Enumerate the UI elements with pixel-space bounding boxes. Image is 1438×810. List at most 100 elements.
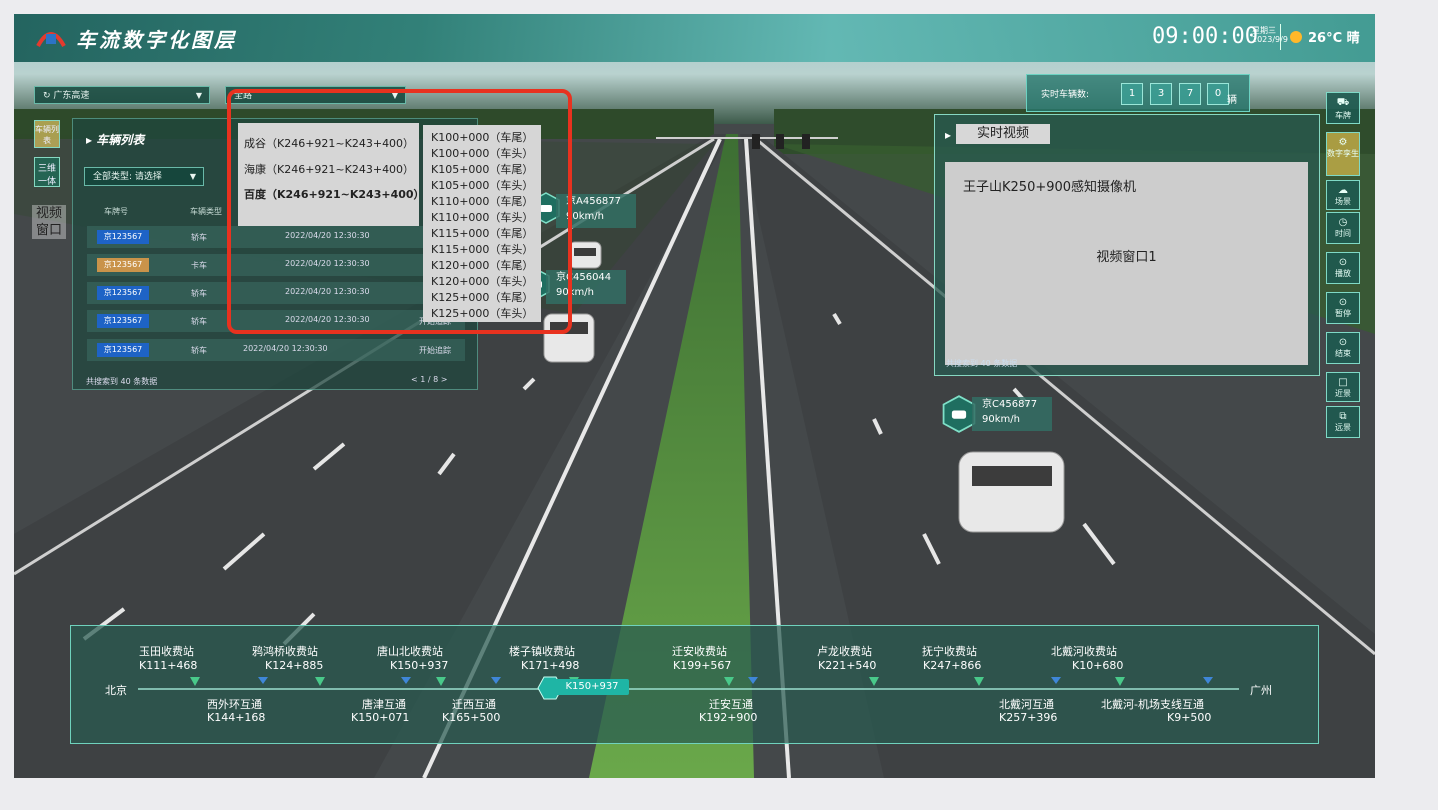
near-view-icon: □ bbox=[1338, 377, 1348, 388]
plate-badge: 京123567 bbox=[97, 314, 149, 328]
station-km: K10+680 bbox=[1072, 659, 1124, 672]
tag-plate: 京C456877 bbox=[982, 399, 1038, 410]
pause-icon: ⊙ bbox=[1338, 297, 1348, 308]
stop-icon: ⊙ bbox=[1338, 337, 1348, 348]
current-position-km: K150+937 bbox=[555, 679, 629, 695]
count-digit: 0 bbox=[1207, 83, 1229, 105]
nav-stop[interactable]: ⊙ 结束 bbox=[1326, 332, 1360, 364]
interchange-name[interactable]: 西外环互通 bbox=[207, 696, 262, 712]
nav-pause[interactable]: ⊙ 暂停 bbox=[1326, 292, 1360, 324]
station-km: K124+885 bbox=[265, 659, 324, 672]
interchange-km: K192+900 bbox=[699, 711, 758, 724]
timestamp: 2022/04/20 12:30:30 bbox=[243, 344, 328, 353]
logo-icon bbox=[36, 32, 66, 48]
far-view-icon: ⧉ bbox=[1339, 411, 1347, 422]
nav-play[interactable]: ⊙ 播放 bbox=[1326, 252, 1360, 284]
region-select[interactable]: ↻ 广东高速 ▼ bbox=[34, 86, 210, 104]
interchange-km: K257+396 bbox=[999, 711, 1058, 724]
station-km: K171+498 bbox=[521, 659, 580, 672]
station-name[interactable]: 唐山北收费站 bbox=[377, 643, 443, 659]
video-footer: 共搜索到 40 条数据 bbox=[946, 359, 1018, 368]
tab-video-window[interactable]: 视频窗口 bbox=[32, 205, 66, 239]
interchange-km: K165+500 bbox=[442, 711, 501, 724]
track-button[interactable]: 开始追踪 bbox=[419, 345, 451, 356]
video-panel-caret: ▸ bbox=[945, 128, 952, 142]
station-name[interactable]: 卢龙收费站 bbox=[817, 643, 872, 659]
tag-speed: 90km/h bbox=[982, 414, 1020, 425]
car-hex-icon bbox=[942, 395, 976, 433]
cloud-icon: ☁ bbox=[1338, 185, 1348, 196]
count-digit: 7 bbox=[1179, 83, 1201, 105]
gear-icon: ⚙ bbox=[1338, 137, 1348, 148]
count-label: 实时车辆数: bbox=[1041, 90, 1090, 100]
highlight-annotation bbox=[227, 89, 572, 334]
tab-3d[interactable]: 三维一体 bbox=[34, 157, 60, 187]
station-name[interactable]: 楼子镇收费站 bbox=[509, 643, 575, 659]
nav-digital-twin[interactable]: ⚙ 数字孪生 bbox=[1326, 132, 1360, 176]
play-icon: ⊙ bbox=[1338, 257, 1348, 268]
nav-far-view[interactable]: ⧉ 远景 bbox=[1326, 406, 1360, 438]
station-km: K150+937 bbox=[390, 659, 449, 672]
nav-time[interactable]: ◷ 时间 bbox=[1326, 212, 1360, 244]
interchange-name[interactable]: 北戴河-机场支线互通 bbox=[1101, 696, 1204, 712]
vehicle-type: 卡车 bbox=[191, 261, 207, 270]
interchange-km: K150+071 bbox=[351, 711, 410, 724]
video-window[interactable]: 王子山K250+900感知摄像机 视频窗口1 bbox=[945, 162, 1308, 365]
clock-icon: ◷ bbox=[1338, 217, 1348, 228]
count-unit: 辆 bbox=[1227, 95, 1237, 106]
station-km: K247+866 bbox=[923, 659, 982, 672]
route-start: 北京 bbox=[105, 684, 127, 697]
nav-plate[interactable]: ⛟ 车牌 bbox=[1326, 92, 1360, 124]
interchange-km: K9+500 bbox=[1167, 711, 1212, 724]
station-name[interactable]: 玉田收费站 bbox=[139, 643, 194, 659]
vehicle-type-value: 全部类型: 请选择 bbox=[93, 172, 162, 182]
table-row[interactable]: 京123567 轿车 2022/04/20 12:30:30 开始追踪 bbox=[87, 339, 465, 361]
nav-scene[interactable]: ☁ 场景 bbox=[1326, 180, 1360, 210]
vehicle-type: 轿车 bbox=[191, 289, 207, 298]
station-km: K199+567 bbox=[673, 659, 732, 672]
page-title: 车流数字化图层 bbox=[76, 28, 237, 52]
vehicle-type: 轿车 bbox=[191, 346, 207, 355]
col-plate: 车牌号 bbox=[104, 207, 128, 216]
vehicle-list-title: ▸ 车辆列表 bbox=[86, 133, 145, 147]
camera-name: 王子山K250+900感知摄像机 bbox=[963, 180, 1137, 195]
vehicle-type: 轿车 bbox=[191, 233, 207, 242]
tag-plate: 京A456877 bbox=[566, 196, 622, 207]
station-km: K221+540 bbox=[818, 659, 877, 672]
app-window: 车流数字化图层 09:00:00 星期三 2023/9/9 26°C 晴 ↻ 广… bbox=[14, 14, 1375, 778]
list-footer: 共搜索到 40 条数据 bbox=[86, 377, 158, 386]
station-name[interactable]: 抚宁收费站 bbox=[922, 643, 977, 659]
clock: 09:00:00 bbox=[1152, 24, 1258, 49]
plate-badge: 京123567 bbox=[97, 258, 149, 272]
chevron-down-icon: ▼ bbox=[189, 172, 196, 181]
interchange-name[interactable]: 迁西互通 bbox=[452, 696, 496, 712]
date: 2023/9/9 bbox=[1252, 35, 1288, 44]
plate-badge: 京123567 bbox=[97, 286, 149, 300]
region-value: 广东高速 bbox=[53, 91, 90, 101]
interchange-name[interactable]: 迁安互通 bbox=[709, 696, 753, 712]
vehicle-type: 轿车 bbox=[191, 317, 207, 326]
sun-icon bbox=[1290, 31, 1302, 43]
chevron-down-icon: ▼ bbox=[195, 91, 202, 100]
tag-speed: 90km/h bbox=[566, 211, 604, 222]
tab-realtime-video[interactable]: 实时视频 bbox=[956, 124, 1050, 144]
car-icon: ⛟ bbox=[1336, 97, 1350, 108]
count-digit: 1 bbox=[1121, 83, 1143, 105]
weekday: 星期三 bbox=[1252, 26, 1276, 35]
route-end: 广州 bbox=[1250, 684, 1272, 697]
vehicle-type-select[interactable]: 全部类型: 请选择 ▼ bbox=[84, 167, 204, 186]
header-divider bbox=[1280, 24, 1281, 50]
station-name[interactable]: 迁安收费站 bbox=[672, 643, 727, 659]
nav-near-view[interactable]: □ 近景 bbox=[1326, 372, 1360, 402]
col-type: 车辆类型 bbox=[190, 207, 222, 216]
station-name[interactable]: 北戴河收费站 bbox=[1051, 643, 1117, 659]
tab-vehicle-list[interactable]: 车辆列表 bbox=[34, 120, 60, 148]
video-window-label: 视频窗口1 bbox=[1096, 250, 1157, 265]
plate-badge: 京123567 bbox=[97, 230, 149, 244]
interchange-name[interactable]: 北戴河互通 bbox=[999, 696, 1054, 712]
station-km: K111+468 bbox=[139, 659, 198, 672]
interchange-km: K144+168 bbox=[207, 711, 266, 724]
pagination[interactable]: < 1 / 8 > bbox=[411, 375, 447, 384]
station-name[interactable]: 鸦鸿桥收费站 bbox=[252, 643, 318, 659]
interchange-name[interactable]: 唐津互通 bbox=[362, 696, 406, 712]
